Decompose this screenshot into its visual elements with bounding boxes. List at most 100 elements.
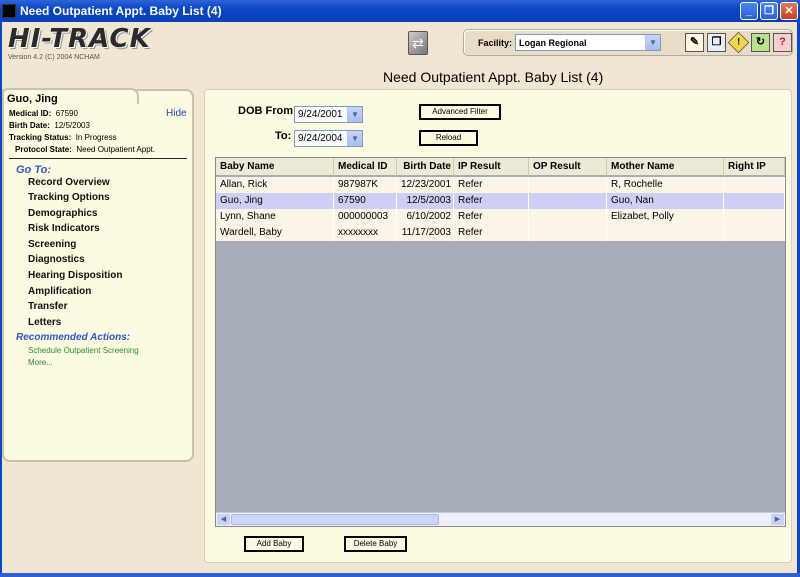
column-ip-result[interactable]: IP Result [454,158,529,176]
cell-ip-result: Refer [454,209,529,225]
medical-id-row: Medical ID: 67590 [9,109,78,118]
refresh-icon[interactable]: ↻ [751,33,770,52]
to-date-select[interactable]: 9/24/2004 ▼ [294,130,363,147]
nav-tracking-options[interactable]: Tracking Options [28,192,110,203]
facility-label: Facility: [478,37,513,48]
report-icon[interactable]: ✎ [685,33,704,52]
scroll-left-icon[interactable]: ◀ [217,514,230,525]
facility-select[interactable]: Logan Regional ▼ [515,34,661,51]
nav-diagnostics[interactable]: Diagnostics [28,254,85,265]
maximize-button[interactable]: ❐ [760,2,778,20]
cell-baby-name: Allan, Rick [216,177,334,193]
warning-icon[interactable]: ! [727,31,750,54]
dob-from-label: DOB From: [238,105,297,117]
tracking-status-value: In Progress [75,133,117,142]
close-button[interactable]: ✕ [780,2,798,20]
app-icon [2,4,16,18]
birth-date-label: Birth Date: [9,121,50,130]
chevron-down-icon: ▼ [347,131,362,146]
cell-birth-date: 11/17/2003 [397,225,454,241]
window-title: Need Outpatient Appt. Baby List (4) [20,4,222,18]
nav-screening[interactable]: Screening [28,239,76,250]
title-bar: Need Outpatient Appt. Baby List (4) _ ❐ … [0,0,800,22]
delete-baby-button[interactable]: Delete Baby [344,536,407,552]
tracking-status-row: Tracking Status: In Progress [9,133,117,142]
hide-link[interactable]: Hide [166,108,187,119]
cell-mother-name: Guo, Nan [607,193,724,209]
medical-id-value: 67590 [55,109,78,118]
column-right-ip[interactable]: Right IP [724,158,785,176]
table-row[interactable]: Allan, Rick 987987K 12/23/2001 Refer R, … [216,177,785,193]
app-logo: HI-TRACK [8,24,151,54]
scroll-thumb[interactable] [231,514,439,525]
birth-date-row: Birth Date: 12/5/2003 [9,121,90,130]
chevron-down-icon: ▼ [347,107,362,122]
cell-baby-name: Guo, Jing [216,193,334,209]
cell-ip-result: Refer [454,193,529,209]
cell-birth-date: 6/10/2002 [397,209,454,225]
minimize-button[interactable]: _ [740,2,758,20]
facility-bar: Facility: Logan Regional ▼ ✎ ❐ ! ↻ ? [463,29,793,56]
table-row-selected[interactable]: Guo, Jing 67590 12/5/2003 Refer Guo, Nan [216,193,785,209]
birth-date-value: 12/5/2003 [54,121,90,130]
cell-right-ip [724,225,785,241]
column-mother-name[interactable]: Mother Name [607,158,724,176]
reload-button[interactable]: Reload [419,130,478,146]
goto-heading: Go To: [16,164,52,176]
table-row[interactable]: Wardell, Baby xxxxxxxx 11/17/2003 Refer [216,225,785,241]
column-op-result[interactable]: OP Result [529,158,607,176]
documents-icon[interactable]: ❐ [707,33,726,52]
column-baby-name[interactable]: Baby Name [216,158,334,176]
to-label: To: [275,130,292,142]
cell-medical-id: 987987K [334,177,397,193]
nav-demographics[interactable]: Demographics [28,208,97,219]
more-link[interactable]: More... [28,358,53,367]
version-text: Version 4.2 (C) 2004 NCHAM [8,54,100,61]
dob-from-select[interactable]: 9/24/2001 ▼ [294,106,363,123]
protocol-state-label: Protocol State: [15,145,72,154]
cell-ip-result: Refer [454,225,529,241]
nav-risk-indicators[interactable]: Risk Indicators [28,223,100,234]
dob-from-value: 9/24/2001 [298,109,343,120]
nav-transfer[interactable]: Transfer [28,301,67,312]
table-row[interactable]: Lynn, Shane 000000003 6/10/2002 Refer El… [216,209,785,225]
cell-mother-name: R, Rochelle [607,177,724,193]
chevron-down-icon: ▼ [645,35,660,50]
cell-mother-name: Elizabet, Polly [607,209,724,225]
cell-baby-name: Wardell, Baby [216,225,334,241]
cell-right-ip [724,193,785,209]
cell-birth-date: 12/23/2001 [397,177,454,193]
column-medical-id[interactable]: Medical ID [334,158,397,176]
cell-birth-date: 12/5/2003 [397,193,454,209]
cell-op-result [529,225,607,241]
recommended-actions-heading: Recommended Actions: [16,332,131,343]
nav-amplification[interactable]: Amplification [28,286,91,297]
cell-right-ip [724,209,785,225]
cell-medical-id: 000000003 [334,209,397,225]
nav-hearing-disposition[interactable]: Hearing Disposition [28,270,122,281]
to-date-value: 9/24/2004 [298,133,343,144]
cell-mother-name [607,225,724,241]
medical-id-label: Medical ID: [9,109,52,118]
help-icon[interactable]: ? [773,33,792,52]
cell-op-result [529,177,607,193]
cell-op-result [529,209,607,225]
tracking-status-label: Tracking Status: [9,133,72,142]
protocol-state-value: Need Outpatient Appt. [76,145,156,154]
add-baby-button[interactable]: Add Baby [244,536,304,552]
cell-right-ip [724,177,785,193]
cell-op-result [529,193,607,209]
horizontal-scrollbar[interactable]: ◀ ▶ [216,512,785,526]
facility-value: Logan Regional [519,37,587,48]
column-birth-date[interactable]: Birth Date [397,158,454,176]
baby-list-table: Baby Name Medical ID Birth Date IP Resul… [215,157,786,527]
nav-record-overview[interactable]: Record Overview [28,177,110,188]
cell-medical-id: xxxxxxxx [334,225,397,241]
scroll-right-icon[interactable]: ▶ [771,514,784,525]
divider [9,158,187,159]
schedule-outpatient-link[interactable]: Schedule Outpatient Screening [28,346,139,355]
cell-medical-id: 67590 [334,193,397,209]
sync-icon[interactable]: ⇄ [408,31,428,55]
nav-letters[interactable]: Letters [28,317,61,328]
advanced-filter-button[interactable]: Advanced Filter [419,104,501,120]
